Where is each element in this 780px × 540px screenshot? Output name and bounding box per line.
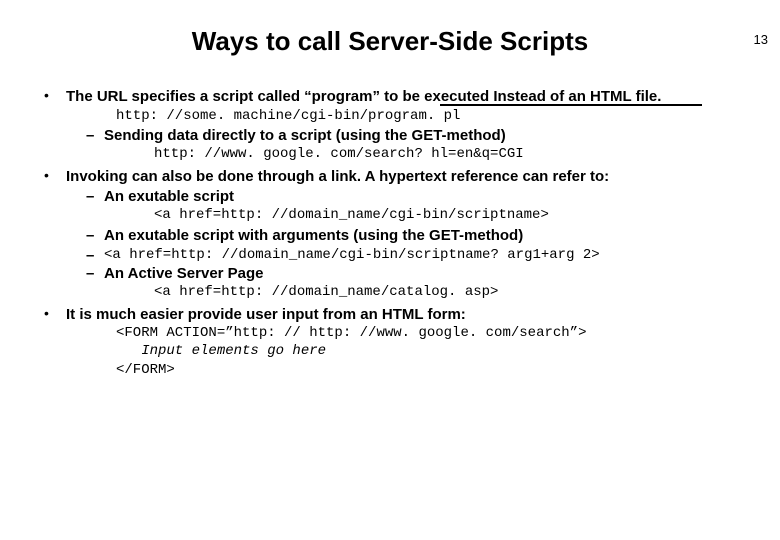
bullet-2-text: Invoking can also be done through a link… bbox=[66, 167, 752, 187]
bullet-2: Invoking can also be done through a link… bbox=[44, 167, 752, 301]
bullet-1-code: http: //some. machine/cgi-bin/program. p… bbox=[116, 107, 752, 125]
page-title: Ways to call Server-Side Scripts bbox=[0, 26, 780, 57]
page-number: 13 bbox=[754, 32, 768, 47]
bullet-1-sub-1: Sending data directly to a script (using… bbox=[86, 127, 752, 163]
bullet-3: It is much easier provide user input fro… bbox=[44, 305, 752, 379]
form-code-line1: <FORM ACTION=”http: // http: //www. goog… bbox=[116, 324, 752, 342]
bullet-2-sub-1: An exutable script <a href=http: //domai… bbox=[86, 188, 752, 224]
bullet-2-sub-1-text: An exutable script bbox=[104, 188, 234, 205]
bullet-2-sub-3-code: <a href=http: //domain_name/catalog. asp… bbox=[154, 283, 752, 301]
bullet-2-sub-2-code: <a href=http: //domain_name/cgi-bin/scri… bbox=[86, 247, 752, 263]
form-code-line3: </FORM> bbox=[116, 361, 752, 379]
bullet-2-sub-3-text: An Active Server Page bbox=[104, 265, 264, 282]
slide-content: The URL specifies a script called “progr… bbox=[0, 87, 780, 379]
bullet-2-sub-2-text: An exutable script with arguments (using… bbox=[104, 227, 523, 244]
bullet-3-text: It is much easier provide user input fro… bbox=[66, 305, 752, 325]
bullet-1-sub-1-code: http: //www. google. com/search? hl=en&q… bbox=[154, 145, 752, 163]
bullet-1-sub-1-text: Sending data directly to a script (using… bbox=[104, 127, 506, 144]
bullet-2-sub-3: An Active Server Page <a href=http: //do… bbox=[86, 265, 752, 301]
bullet-2-sub-1-code: <a href=http: //domain_name/cgi-bin/scri… bbox=[154, 206, 752, 224]
bullet-1-text: The URL specifies a script called “progr… bbox=[66, 87, 752, 107]
form-code-line2: Input elements go here bbox=[116, 342, 752, 360]
bullet-1: The URL specifies a script called “progr… bbox=[44, 87, 752, 163]
bullet-2-sub-2: An exutable script with arguments (using… bbox=[86, 227, 752, 245]
